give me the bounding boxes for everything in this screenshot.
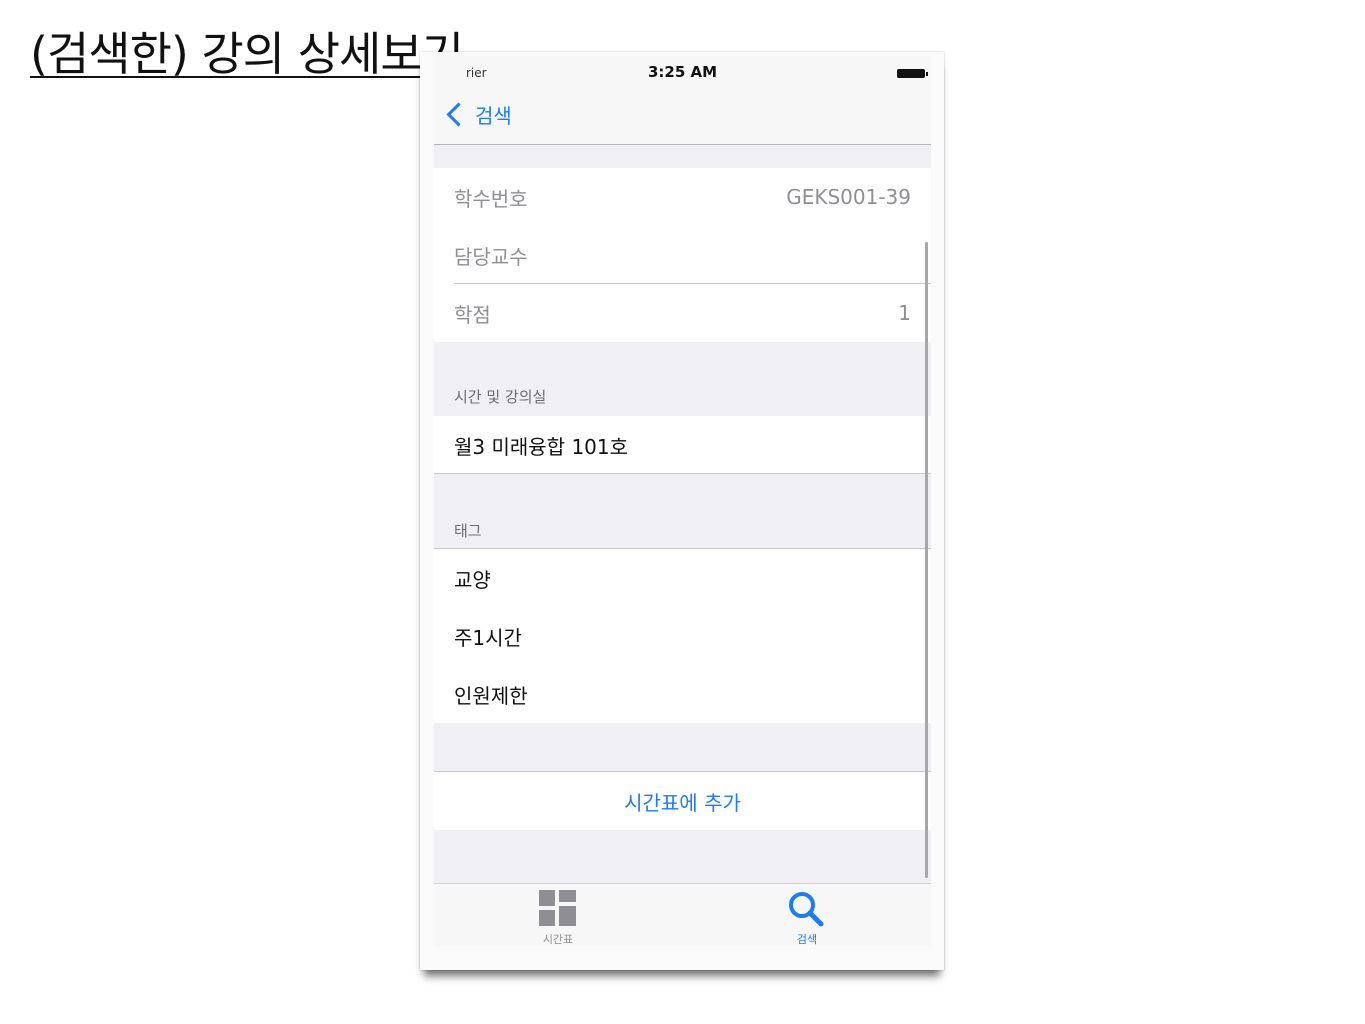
row-separator [434,473,931,474]
chevron-left-icon [446,101,471,127]
info-row-course-number: 학수번호 GEKS001-39 [434,168,931,226]
tag-label: 인원제한 [454,683,528,708]
tab-search[interactable]: 검색 [683,884,931,946]
schedule-row: 월3 미래융합 101호 [434,416,931,474]
search-icon [789,892,824,927]
tag-label: 교양 [454,567,491,592]
info-row-credits: 학점 1 [434,284,931,342]
tab-label: 검색 [796,933,818,946]
tab-bar: 시간표 검색 [434,883,931,946]
tag-label: 주1시간 [454,625,522,650]
info-value: 1 [898,301,911,325]
phone-screen: rier 3:25 AM 검색 학수번호 GEKS001-39 담당교수 학점 … [434,56,931,946]
back-button[interactable]: 검색 [442,98,512,130]
slide-title: (검색한) 강의 상세보기 [30,27,464,81]
action-section: 시간표에 추가 [434,772,931,830]
tag-row: 인원제한 [434,665,931,723]
info-key: 학점 [454,302,491,327]
tags-section: 교양 주1시간 인원제한 [434,549,931,723]
info-key: 학수번호 [454,186,528,211]
add-to-timetable-button[interactable]: 시간표에 추가 [434,772,931,830]
tag-row: 주1시간 [434,607,931,665]
info-key: 담당교수 [454,244,528,269]
tab-label: 시간표 [542,933,574,946]
section-header-schedule: 시간 및 강의실 [454,388,547,406]
status-bar: rier 3:25 AM [434,56,931,88]
scroll-indicator[interactable] [925,242,928,878]
schedule-section: 월3 미래융합 101호 [434,416,931,474]
navigation-bar: 검색 [434,88,931,145]
info-row-professor: 담당교수 [434,226,931,284]
info-value: GEKS001-39 [786,185,911,209]
battery-icon [897,69,928,78]
tab-timetable[interactable]: 시간표 [434,884,682,946]
tag-row: 교양 [434,549,931,607]
schedule-item: 월3 미래융합 101호 [454,434,629,459]
status-time: 3:25 AM [647,63,718,81]
course-info-section: 학수번호 GEKS001-39 담당교수 학점 1 [434,168,931,342]
section-header-tags: 태그 [454,522,482,540]
back-button-label: 검색 [475,103,512,128]
grid-icon [539,890,576,926]
